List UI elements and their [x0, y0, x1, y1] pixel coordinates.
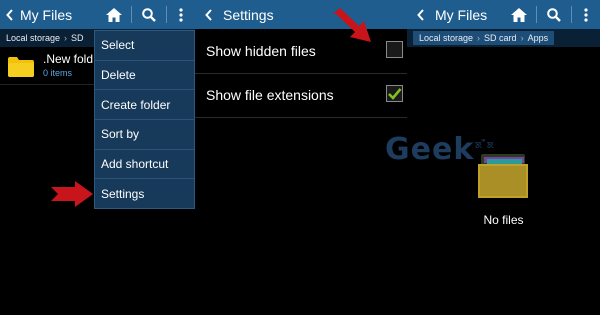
watermark-text: Geek	[385, 132, 475, 167]
overflow-menu: Select Delete Create folder Sort by Add …	[94, 30, 195, 209]
menu-item-add-shortcut[interactable]: Add shortcut	[95, 150, 194, 180]
breadcrumb-item[interactable]: Apps	[528, 33, 549, 43]
back-chevron-icon[interactable]	[2, 8, 18, 21]
setting-label: Show file extensions	[206, 87, 334, 103]
menu-item-sort-by[interactable]: Sort by	[95, 120, 194, 150]
home-icon[interactable]	[97, 0, 131, 29]
search-icon[interactable]	[132, 0, 166, 29]
breadcrumb: Local storage › SD card › Apps	[407, 29, 600, 47]
more-vert-icon[interactable]	[167, 0, 195, 29]
back-chevron-icon[interactable]	[201, 8, 217, 21]
menu-item-settings[interactable]: Settings	[95, 179, 194, 209]
page-title[interactable]: Settings	[223, 7, 407, 23]
setting-show-file-extensions[interactable]: Show file extensions	[195, 73, 407, 117]
breadcrumb-current: Local storage › SD card › Apps	[413, 31, 555, 45]
setting-show-hidden-files[interactable]: Show hidden files	[195, 29, 407, 73]
breadcrumb-item[interactable]: SD card	[484, 33, 517, 43]
breadcrumb-item[interactable]: SD	[71, 33, 84, 43]
page-title[interactable]: My Files	[20, 7, 97, 23]
folder-icon	[8, 57, 34, 77]
divider	[195, 117, 407, 118]
page-title[interactable]: My Files	[435, 7, 502, 23]
menu-item-delete[interactable]: Delete	[95, 61, 194, 91]
menu-item-select[interactable]: Select	[95, 31, 194, 61]
red-arrow-icon	[333, 8, 371, 42]
home-icon[interactable]	[502, 0, 536, 29]
action-bar: My Files	[407, 0, 600, 29]
checkbox-icon[interactable]	[386, 41, 403, 58]
checkbox-icon[interactable]	[386, 85, 403, 102]
red-arrow-icon	[51, 181, 93, 207]
chevron-right-icon: ›	[477, 33, 481, 43]
action-bar: My Files	[0, 0, 195, 29]
settings-panel: Settings Show hidden files Show file ext…	[195, 0, 407, 315]
chevron-right-icon: ›	[64, 33, 68, 43]
search-icon[interactable]	[537, 0, 571, 29]
breadcrumb-item[interactable]: Local storage	[419, 33, 473, 43]
empty-folder-icon	[478, 154, 528, 198]
menu-item-create-folder[interactable]: Create folder	[95, 90, 194, 121]
setting-label: Show hidden files	[206, 43, 316, 59]
chevron-right-icon: ›	[520, 33, 524, 43]
watermark-subtext: ꯗ ꯩ ꯗ	[475, 140, 494, 150]
back-chevron-icon[interactable]	[413, 8, 429, 21]
file-item-count: 0 items	[43, 68, 73, 78]
action-bar: Settings	[195, 0, 407, 29]
file-name: .New fold	[43, 52, 94, 66]
more-vert-icon[interactable]	[572, 0, 600, 29]
empty-state-text: No files	[483, 213, 524, 227]
watermark-logo: Geek	[385, 132, 474, 167]
breadcrumb-item[interactable]: Local storage	[6, 33, 60, 43]
checkmark-icon	[388, 88, 402, 100]
my-files-panel: My Files Local storage › SD .New fold 0 …	[0, 0, 195, 315]
